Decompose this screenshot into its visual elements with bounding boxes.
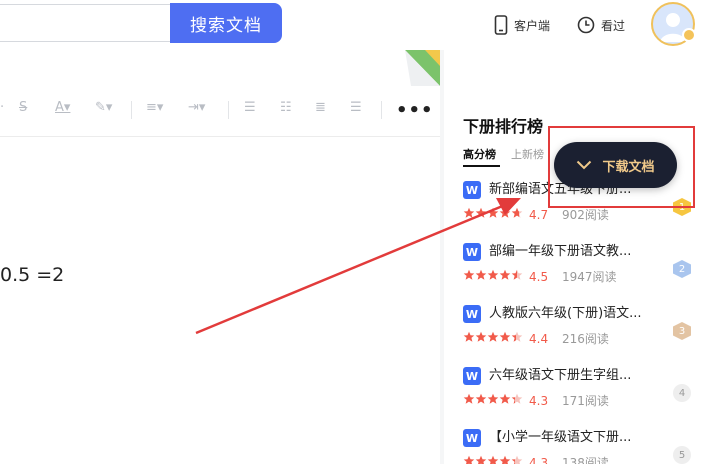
star-icon <box>487 393 499 404</box>
star-icon <box>463 269 475 280</box>
word-doc-icon: W <box>463 181 481 199</box>
star-icon <box>511 207 523 218</box>
annotation-highlight-box <box>548 126 695 208</box>
star-icon <box>475 455 487 464</box>
star-icon <box>511 393 523 404</box>
star-icon <box>463 331 475 342</box>
history-link[interactable]: 看过 <box>577 13 625 37</box>
star-icon <box>487 269 499 280</box>
star-icon <box>463 393 475 404</box>
page: 搜索文档 客户端 看过 · S A▾ ✎▾ ≡▾ ⇥▾ ☰ ☷ ≣ ☰ ••• … <box>0 0 725 464</box>
ordered-list-icon[interactable]: ☰ <box>244 100 256 115</box>
word-doc-icon: W <box>463 243 481 261</box>
client-link[interactable]: 客户端 <box>494 13 550 37</box>
rating-score: 4.4 <box>529 332 549 346</box>
sidebar-title: 下册排行榜 <box>463 117 544 136</box>
rank-badge: 2 <box>673 260 691 278</box>
star-icon <box>499 331 511 342</box>
read-count: 216阅读 <box>562 332 609 346</box>
star-rating <box>463 393 523 405</box>
toolbar-edge-icon[interactable]: · <box>0 100 4 115</box>
star-icon <box>487 331 499 342</box>
rating-score: 4.3 <box>529 394 549 408</box>
read-count: 138阅读 <box>562 456 609 464</box>
strikethrough-icon[interactable]: S <box>19 100 27 115</box>
more-options-icon[interactable]: ••• <box>396 100 434 121</box>
phone-icon <box>494 15 508 35</box>
client-label: 客户端 <box>514 18 551 33</box>
star-icon <box>463 455 475 464</box>
read-count: 902阅读 <box>562 208 609 222</box>
clock-icon <box>577 16 595 34</box>
ranking-item[interactable]: W 六年级语文下册生字组... 4.3 171阅读 4 <box>463 367 703 422</box>
toolbar-divider <box>381 101 382 119</box>
tab-high-score[interactable]: 高分榜 <box>463 146 496 162</box>
rank-badge: 5 <box>673 446 691 464</box>
star-icon <box>475 207 487 218</box>
read-count: 1947阅读 <box>562 270 617 284</box>
word-doc-icon: W <box>463 367 481 385</box>
ranking-item[interactable]: W 部编一年级下册语文教... 4.5 1947阅读 2 <box>463 243 703 298</box>
read-count: 171阅读 <box>562 394 609 408</box>
word-doc-icon: W <box>463 305 481 323</box>
star-rating <box>463 455 523 464</box>
ranking-item[interactable]: W 【小学一年级语文下册... 4.3 138阅读 5 <box>463 429 703 464</box>
highlight-icon[interactable]: ✎▾ <box>95 100 112 115</box>
word-doc-icon: W <box>463 429 481 447</box>
rank-badge: 4 <box>673 384 691 402</box>
rating-score: 4.7 <box>529 208 549 222</box>
rating-score: 4.3 <box>529 456 549 464</box>
document-text: 0.5 =2 <box>0 264 65 286</box>
search-button[interactable]: 搜索文档 <box>170 3 282 43</box>
star-icon <box>511 331 523 342</box>
ranking-item-title[interactable]: 【小学一年级语文下册... <box>489 429 647 447</box>
search-input[interactable] <box>0 4 172 42</box>
star-rating <box>463 331 523 343</box>
ranking-item-title[interactable]: 六年级语文下册生字组... <box>489 367 647 385</box>
star-rating <box>463 269 523 281</box>
toolbar-divider-line <box>0 136 440 137</box>
star-icon <box>499 455 511 464</box>
line-spacing-icon[interactable]: ☰ <box>350 100 362 115</box>
toolbar-divider <box>131 101 132 119</box>
star-rating <box>463 207 523 219</box>
star-icon <box>487 207 499 218</box>
toolbar-divider <box>228 101 229 119</box>
star-icon <box>499 207 511 218</box>
vip-badge-icon <box>682 28 696 42</box>
top-header: 搜索文档 客户端 看过 <box>0 0 725 50</box>
star-icon <box>499 393 511 404</box>
star-icon <box>475 331 487 342</box>
star-icon <box>511 269 523 280</box>
align-center-icon[interactable]: ≣ <box>315 100 326 115</box>
indent-icon[interactable]: ⇥▾ <box>188 100 205 115</box>
active-tab-indicator <box>463 165 500 167</box>
star-icon <box>475 269 487 280</box>
star-icon <box>499 269 511 280</box>
tab-new[interactable]: 上新榜 <box>511 146 544 162</box>
star-icon <box>487 455 499 464</box>
ranking-item-title[interactable]: 部编一年级下册语文教... <box>489 243 647 261</box>
bullet-list-icon[interactable]: ☷ <box>280 100 292 115</box>
align-icon[interactable]: ≡▾ <box>146 100 163 115</box>
font-color-icon[interactable]: A▾ <box>55 100 70 115</box>
ranking-item-title[interactable]: 人教版六年级(下册)语文... <box>489 305 647 323</box>
ranking-item[interactable]: W 人教版六年级(下册)语文... 4.4 216阅读 3 <box>463 305 703 360</box>
page-corner-icon <box>405 50 440 86</box>
rank-badge: 3 <box>673 322 691 340</box>
star-icon <box>511 455 523 464</box>
star-icon <box>475 393 487 404</box>
rating-score: 4.5 <box>529 270 549 284</box>
history-label: 看过 <box>601 18 626 33</box>
star-icon <box>463 207 475 218</box>
